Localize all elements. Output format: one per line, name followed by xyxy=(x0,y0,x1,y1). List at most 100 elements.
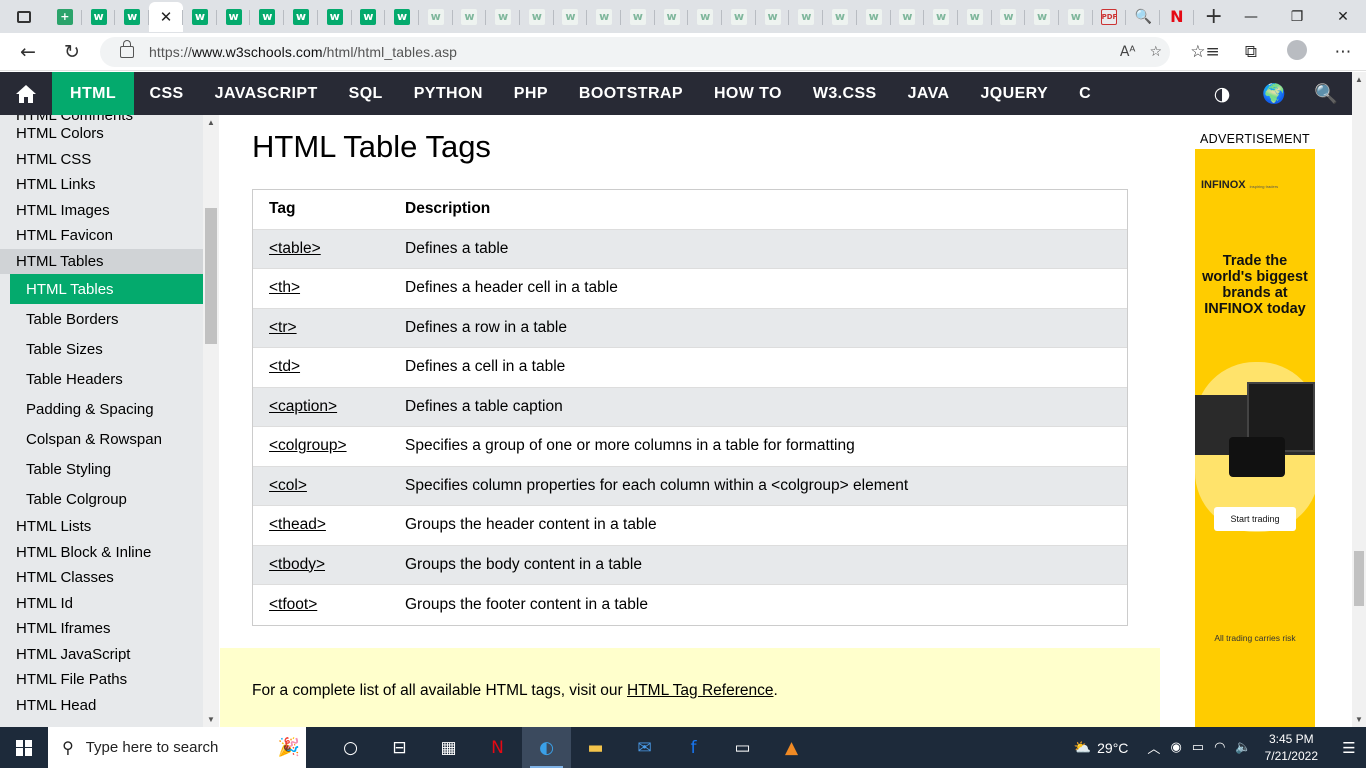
netflix-icon[interactable]: N xyxy=(473,727,522,768)
file-explorer-icon[interactable]: ▬ xyxy=(571,727,620,768)
active-tab[interactable]: ✕ xyxy=(149,1,184,32)
browser-tab[interactable]: w xyxy=(385,2,419,32)
sidebar-item-html-javascript[interactable]: HTML JavaScript xyxy=(0,642,203,668)
sidebar-subitem-table-sizes[interactable]: Table Sizes xyxy=(0,334,203,364)
wifi-icon[interactable]: ◠ xyxy=(1214,740,1225,755)
scroll-down-arrow-icon[interactable]: ▼ xyxy=(203,715,219,724)
address-bar[interactable]: https://www.w3schools.com/html/html_tabl… xyxy=(100,37,1170,67)
store-icon[interactable]: ▦ xyxy=(424,727,473,768)
browser-tab[interactable]: w xyxy=(587,2,621,32)
browser-tab[interactable]: w xyxy=(82,2,116,32)
browser-tab[interactable]: 🔍 xyxy=(1126,2,1160,32)
sidebar-subitem-table-styling[interactable]: Table Styling xyxy=(0,454,203,484)
clock[interactable]: 3:45 PM 7/21/2022 xyxy=(1265,731,1318,765)
nav-link-java[interactable]: JAVA xyxy=(892,72,965,115)
nav-link-php[interactable]: PHP xyxy=(498,72,563,115)
tag-link[interactable]: <tbody> xyxy=(269,556,325,573)
scroll-up-arrow-icon[interactable]: ▲ xyxy=(203,118,219,127)
browser-tab[interactable]: w xyxy=(891,2,925,32)
sidebar-subitem-table-borders[interactable]: Table Borders xyxy=(0,304,203,334)
page-scroll-down-icon[interactable]: ▼ xyxy=(1352,715,1366,724)
start-button[interactable] xyxy=(0,727,48,768)
sidebar-scrollbar[interactable]: ▲ ▼ xyxy=(203,115,219,727)
weather-widget[interactable]: ⛅ 29°C xyxy=(1074,739,1129,756)
mail-icon[interactable]: ✉ xyxy=(620,727,669,768)
browser-tab[interactable]: w xyxy=(857,2,891,32)
browser-tab[interactable]: w xyxy=(453,2,487,32)
nav-link-how-to[interactable]: HOW TO xyxy=(698,72,797,115)
browser-tab[interactable]: w xyxy=(183,2,217,32)
browser-tab[interactable]: w xyxy=(318,2,352,32)
nav-link-python[interactable]: PYTHON xyxy=(398,72,498,115)
browser-tab[interactable]: w xyxy=(992,2,1026,32)
restore-button[interactable]: ❐ xyxy=(1274,0,1320,33)
sidebar-item-html-block-inline[interactable]: HTML Block & Inline xyxy=(0,540,203,566)
tag-link[interactable]: <caption> xyxy=(269,398,337,415)
settings-more-icon[interactable]: ⋯ xyxy=(1320,42,1366,62)
page-scroll-thumb[interactable] xyxy=(1354,551,1364,606)
browser-tab[interactable]: w xyxy=(789,2,823,32)
volume-icon[interactable]: 🔈 xyxy=(1235,740,1251,755)
sidebar-subitem-padding-spacing[interactable]: Padding & Spacing xyxy=(0,394,203,424)
edge-icon[interactable]: ◐ xyxy=(522,727,571,768)
nav-link-jquery[interactable]: JQUERY xyxy=(965,72,1064,115)
page-scroll-up-icon[interactable]: ▲ xyxy=(1352,75,1366,84)
tag-link[interactable]: <col> xyxy=(269,477,307,494)
browser-tab[interactable]: w xyxy=(621,2,655,32)
close-window-button[interactable]: ✕ xyxy=(1320,0,1366,33)
show-hidden-icons-icon[interactable]: ︿ xyxy=(1147,738,1160,757)
nav-link-c[interactable]: C xyxy=(1064,72,1107,115)
sidebar-item-html-lists[interactable]: HTML Lists xyxy=(0,514,203,540)
browser-tab[interactable]: w xyxy=(924,2,958,32)
terminal-icon[interactable]: ▭ xyxy=(718,727,767,768)
nav-link-html[interactable]: HTML xyxy=(52,72,135,115)
profile-avatar[interactable] xyxy=(1274,39,1320,65)
sidebar-item-html-file-paths[interactable]: HTML File Paths xyxy=(0,667,203,693)
back-button[interactable]: ← xyxy=(6,33,50,71)
taskbar-search[interactable]: ⚲ Type here to search 🎉 xyxy=(48,727,306,768)
nav-link-javascript[interactable]: JAVASCRIPT xyxy=(199,72,333,115)
browser-tab[interactable]: w xyxy=(1025,2,1059,32)
ad-start-trading-button[interactable]: Start trading xyxy=(1214,507,1296,531)
tag-reference-link[interactable]: HTML Tag Reference xyxy=(627,682,773,699)
nav-link-sql[interactable]: SQL xyxy=(333,72,398,115)
browser-tab[interactable]: w xyxy=(217,2,251,32)
browser-tab[interactable]: w xyxy=(688,2,722,32)
notifications-icon[interactable]: ☰ xyxy=(1332,739,1366,757)
browser-tab[interactable]: PDF xyxy=(1093,2,1127,32)
url-text[interactable]: https://www.w3schools.com/html/html_tabl… xyxy=(149,44,457,60)
sidebar-item-html-colors[interactable]: HTML Colors xyxy=(0,121,203,147)
sidebar-item-html-classes[interactable]: HTML Classes xyxy=(0,565,203,591)
sidebar-item-html-links[interactable]: HTML Links xyxy=(0,172,203,198)
browser-tab[interactable]: w xyxy=(756,2,790,32)
browser-tab[interactable]: w xyxy=(486,2,520,32)
battery-icon[interactable]: ▭ xyxy=(1192,740,1204,755)
add-favorite-icon[interactable]: ☆ xyxy=(1149,44,1162,60)
home-button[interactable] xyxy=(0,72,52,115)
sidebar-item-html-favicon[interactable]: HTML Favicon xyxy=(0,223,203,249)
browser-tab[interactable]: w xyxy=(250,2,284,32)
tag-link[interactable]: <th> xyxy=(269,279,300,296)
site-search-icon[interactable]: 🔍 xyxy=(1300,82,1352,105)
browser-tab[interactable]: w xyxy=(1059,2,1093,32)
nav-link-css[interactable]: CSS xyxy=(134,72,199,115)
tab-actions-button[interactable] xyxy=(0,0,48,33)
tag-link[interactable]: <tfoot> xyxy=(269,596,317,613)
tag-link[interactable]: <colgroup> xyxy=(269,437,347,454)
tag-link[interactable]: <thead> xyxy=(269,516,326,533)
dark-mode-icon[interactable]: ◑ xyxy=(1196,83,1248,105)
page-scrollbar[interactable]: ▲ ▼ xyxy=(1352,72,1366,727)
browser-tab[interactable]: w xyxy=(115,2,149,32)
browser-tab[interactable]: w xyxy=(823,2,857,32)
sidebar-item-html-images[interactable]: HTML Images xyxy=(0,198,203,224)
translate-globe-icon[interactable]: 🌍 xyxy=(1248,82,1300,105)
sidebar-subitem-table-headers[interactable]: Table Headers xyxy=(0,364,203,394)
browser-tab[interactable]: w xyxy=(284,2,318,32)
nav-link-w3-css[interactable]: W3.CSS xyxy=(797,72,892,115)
sidebar-scroll-thumb[interactable] xyxy=(205,208,217,344)
facebook-icon[interactable]: f xyxy=(669,727,718,768)
sidebar-item-html-tables[interactable]: HTML Tables xyxy=(0,248,203,274)
collections-icon[interactable]: ⧉ xyxy=(1228,42,1274,62)
ad-banner[interactable]: INFINOX inspiring traders Trade the world… xyxy=(1195,149,1315,727)
sidebar-subitem-html-tables[interactable]: HTML Tables xyxy=(10,274,203,304)
